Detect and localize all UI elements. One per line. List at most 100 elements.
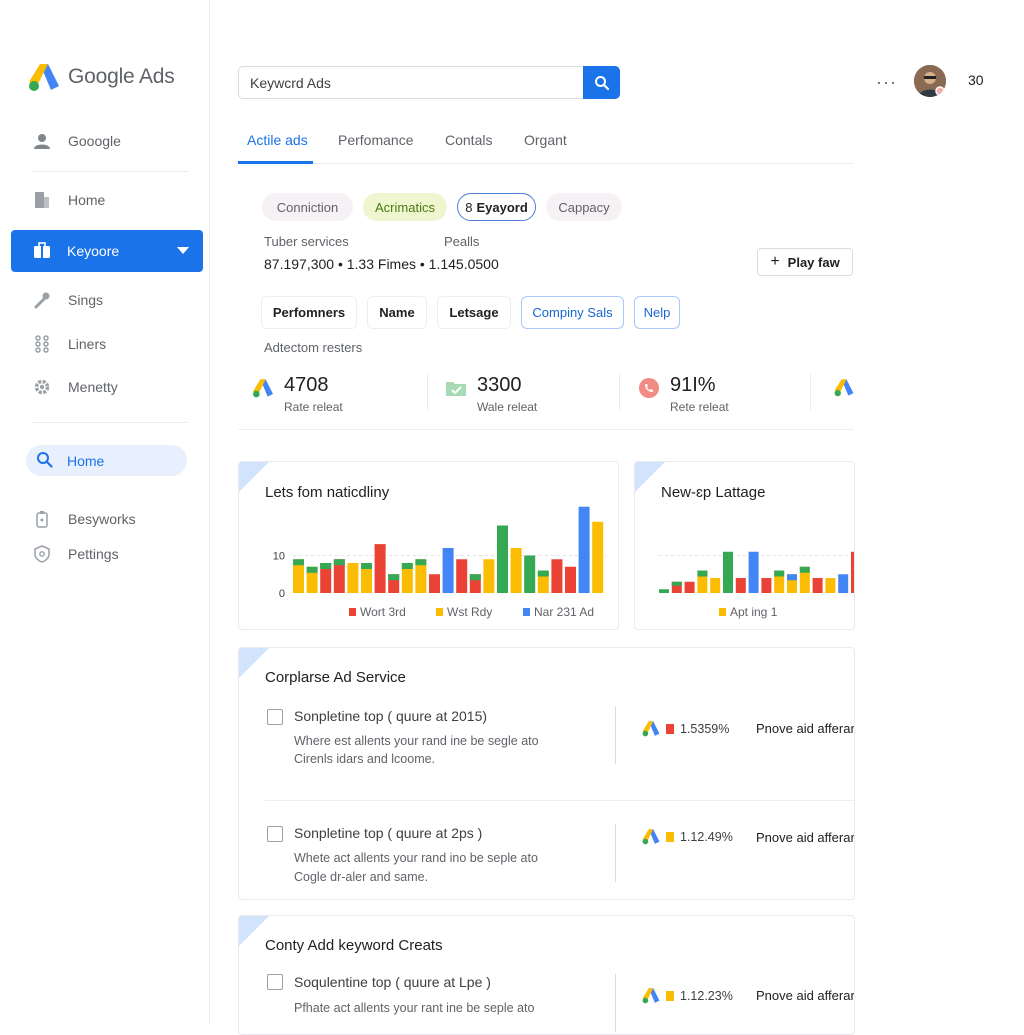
legend-label: Wort 3rd [360,605,406,619]
bar[interactable] [429,574,440,593]
filter-performers[interactable]: Perfomners [261,296,357,329]
item-note: Pnove aid afferar [756,988,855,1003]
bar-chart-2: Apt ing 1 [659,551,855,619]
item-divider [615,706,616,764]
legend-label: Wst Rdy [447,605,492,619]
stat-value: 91I% [670,374,716,396]
chip-label: Eyayord [476,199,528,215]
item-checkbox[interactable] [267,974,283,990]
sidebar-item-keyoore[interactable]: Keyoore [11,230,203,272]
search-button[interactable] [583,66,620,99]
briefcase-icon [33,241,51,262]
tab-performance[interactable]: Perfomance [338,132,413,148]
phone-badge-icon [639,378,659,398]
bar-cap [361,563,372,569]
sidebar-item-liners[interactable]: Liners [32,334,106,354]
avatar[interactable] [914,65,946,97]
stat-card-3[interactable]: 91I% Rete releat [638,374,729,414]
notification-count: 30 [968,72,984,88]
search-icon [594,75,609,90]
item-checkbox[interactable] [267,709,283,725]
sidebar-divider [32,422,188,423]
bar[interactable] [710,578,721,593]
search-bar [238,66,620,99]
bar[interactable] [723,551,733,593]
bar[interactable] [578,506,590,593]
item-checkbox[interactable] [267,826,283,842]
sidebar-item-besyworks[interactable]: Besyworks [32,509,136,529]
item-metric: 1.12.23% [642,987,733,1004]
bar[interactable] [735,578,746,593]
bar[interactable] [442,548,454,593]
bar[interactable] [497,525,508,594]
sidebar-item-google[interactable]: Gooogle [32,131,121,151]
item-title: Soqulentine top ( quure at Lpe ) [294,974,491,990]
bar[interactable] [825,578,836,593]
chip-acrimatics[interactable]: Acrimatics [363,193,447,221]
bar[interactable] [838,574,849,593]
bar[interactable] [565,566,576,593]
bar[interactable] [592,521,604,593]
bar[interactable] [812,578,823,593]
folder-check-icon [446,382,466,396]
bar[interactable] [551,559,563,593]
chip-eyayord[interactable]: 8 Eyayord [457,193,536,221]
bar[interactable] [524,555,536,594]
stat-card-2[interactable]: 3300 Wale releat [445,374,537,414]
google-ads-icon [642,829,660,845]
tab-active-ads[interactable]: Actile ads [247,132,308,148]
bar[interactable] [659,589,669,593]
bar-cap [401,563,413,569]
bar[interactable] [456,559,468,593]
filter-name[interactable]: Name [367,296,427,329]
metric-color-swatch [666,831,674,842]
play-button-label: Play faw [787,254,840,270]
item-description: Whete act allents your rand ino be seple… [294,851,538,865]
shield-icon [32,544,52,564]
sidebar-item-menetty[interactable]: Menetty [32,377,118,397]
tab-contals[interactable]: Contals [445,132,492,148]
google-ads-icon [642,988,660,1004]
bar[interactable] [851,551,855,593]
metric-color-swatch [666,723,674,734]
google-ads-icon [253,379,273,398]
summary-label-tuber: Tuber services [264,234,349,249]
chevron-down-icon[interactable] [177,247,189,254]
chip-conniction[interactable]: Conniction [262,193,353,221]
app-title: Google Ads [68,65,175,88]
y-tick-label: 10 [273,551,285,563]
filter-company-sals[interactable]: Compiny Sals [521,296,624,329]
sidebar-item-home-pill[interactable]: Home [26,445,187,476]
bar-cap [374,544,386,551]
sidebar-item-sings[interactable]: Sings [32,290,103,310]
filter-nelp[interactable]: Nelp [634,296,680,329]
sidebar-item-pettings[interactable]: Pettings [32,544,119,564]
play-button[interactable]: + Play faw [757,248,853,276]
filter-letsage[interactable]: Letsage [437,296,511,329]
tab-organt[interactable]: Organt [524,132,567,148]
sidebar-item-home[interactable]: Home [32,190,105,210]
lock-icon [32,509,52,529]
metric-value: 1.12.49% [680,829,733,844]
bar[interactable] [510,548,522,593]
bar[interactable] [374,544,386,593]
wrench-icon [32,290,52,310]
bar-cap [774,570,785,577]
more-menu-icon[interactable]: ··· [876,72,897,93]
item-divider [615,824,616,882]
bar[interactable] [483,559,495,593]
google-ads-logo[interactable]: Google Ads [28,62,175,92]
bar[interactable] [761,578,772,593]
search-input[interactable] [239,67,583,98]
bar[interactable] [684,581,695,593]
bar-cap [388,574,400,581]
stat-card-1[interactable]: 4708 Rate releat [252,374,343,414]
list-item: Sonpletine top ( quure at 2015) Where es… [239,706,854,801]
bar[interactable] [748,551,759,593]
bar[interactable] [347,563,359,593]
stat-sub: Rete releat [670,400,729,414]
legend-swatch [719,608,726,616]
item-description: Cogle dr-aler and same. [294,870,429,884]
section-label: Adtectom resters [264,340,363,355]
chip-cappacy[interactable]: Cappacy [546,193,622,221]
